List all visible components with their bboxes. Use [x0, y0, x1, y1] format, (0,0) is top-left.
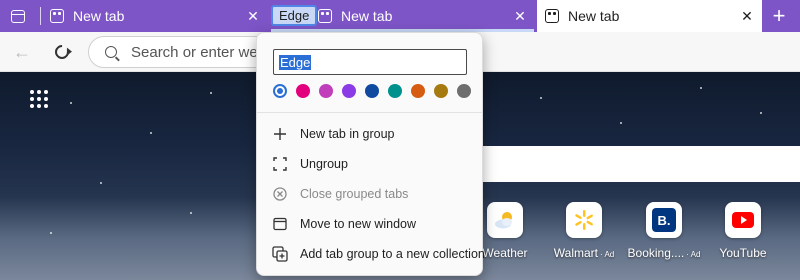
tab-1[interactable]: New tab ✕: [42, 2, 268, 30]
tab-title: New tab: [568, 8, 620, 24]
back-button[interactable]: ←: [8, 38, 36, 66]
quick-link-walmart[interactable]: Walmart · Ad: [552, 202, 616, 260]
reload-icon: [52, 42, 72, 62]
new-tab-favicon-icon: [545, 9, 559, 23]
group-name-field[interactable]: Edge: [273, 49, 467, 75]
background-star: [100, 182, 102, 184]
tab-2[interactable]: New tab ✕: [310, 2, 535, 30]
collection-add-icon: [272, 246, 288, 262]
walmart-icon: [566, 202, 602, 238]
menu-item-label: Add tab group to a new collection: [300, 247, 485, 261]
tab-actions-menu-button[interactable]: [0, 0, 36, 32]
quick-link-youtube[interactable]: YouTube: [711, 202, 775, 260]
page-search-box[interactable]: [470, 146, 800, 182]
ungroup-icon: [272, 156, 288, 172]
reload-button[interactable]: [48, 38, 76, 66]
menu-item-label: Close grouped tabs: [300, 187, 409, 201]
color-swatch-navy[interactable]: [365, 84, 379, 98]
color-swatch-orange[interactable]: [411, 84, 425, 98]
color-swatch-blue-selected[interactable]: [273, 84, 287, 98]
color-swatch-pink[interactable]: [296, 84, 310, 98]
new-tab-favicon-icon: [318, 9, 332, 23]
background-star: [210, 92, 212, 94]
tab-strip: New tab ✕ Edge New tab ✕ New tab ✕ +: [0, 0, 800, 32]
close-tab-button[interactable]: ✕: [738, 7, 756, 25]
background-star: [50, 232, 52, 234]
background-star: [540, 97, 542, 99]
menu-item-move-to-new-window[interactable]: Move to new window: [257, 209, 482, 239]
tab-separator: [40, 7, 41, 25]
close-tab-button[interactable]: ✕: [511, 7, 529, 25]
menu-item-label: Move to new window: [300, 217, 417, 231]
apps-launcher-icon[interactable]: [30, 90, 48, 108]
color-swatch-teal[interactable]: [388, 84, 402, 98]
tab-3-active[interactable]: New tab ✕: [537, 2, 762, 30]
menu-item-label: New tab in group: [300, 127, 395, 141]
menu-divider: [257, 112, 482, 113]
booking-icon: B.: [646, 202, 682, 238]
close-circle-icon: [272, 186, 288, 202]
color-swatch-gold[interactable]: [434, 84, 448, 98]
plus-icon: [272, 126, 288, 142]
color-swatch-gray[interactable]: [457, 84, 471, 98]
youtube-icon: [725, 202, 761, 238]
new-tab-button[interactable]: +: [764, 3, 794, 29]
tab-title: New tab: [341, 8, 393, 24]
quick-link-label: YouTube: [719, 246, 767, 260]
background-star: [150, 132, 152, 134]
menu-item-add-to-collection[interactable]: Add tab group to a new collection: [257, 239, 485, 269]
group-color-picker: [273, 84, 480, 98]
background-star: [620, 122, 622, 124]
menu-item-new-tab-in-group[interactable]: New tab in group: [257, 119, 482, 149]
new-tab-favicon-icon: [50, 9, 64, 23]
group-name-value: Edge: [279, 54, 312, 70]
weather-icon: [487, 202, 523, 238]
color-swatch-magenta[interactable]: [319, 84, 333, 98]
search-icon: [105, 46, 117, 58]
tab-title: New tab: [73, 8, 125, 24]
menu-item-ungroup[interactable]: Ungroup: [257, 149, 482, 179]
tab-group-menu: Edge New tab in group Ungroup Close grou…: [256, 32, 485, 276]
background-star: [700, 87, 702, 89]
background-star: [190, 212, 192, 214]
background-star: [70, 102, 72, 104]
menu-item-close-grouped-tabs[interactable]: Close grouped tabs: [257, 179, 482, 209]
quick-link-label: Walmart · Ad: [553, 246, 615, 260]
window-icon: [272, 216, 288, 232]
color-swatch-purple[interactable]: [342, 84, 356, 98]
tab-actions-icon: [11, 9, 25, 23]
background-star: [760, 112, 762, 114]
close-tab-button[interactable]: ✕: [244, 7, 262, 25]
quick-link-label: Booking.... · Ad: [627, 246, 701, 260]
quick-link-label: Weather: [482, 246, 528, 260]
quick-link-booking[interactable]: B. Booking.... · Ad: [628, 202, 700, 260]
menu-item-label: Ungroup: [300, 157, 348, 171]
